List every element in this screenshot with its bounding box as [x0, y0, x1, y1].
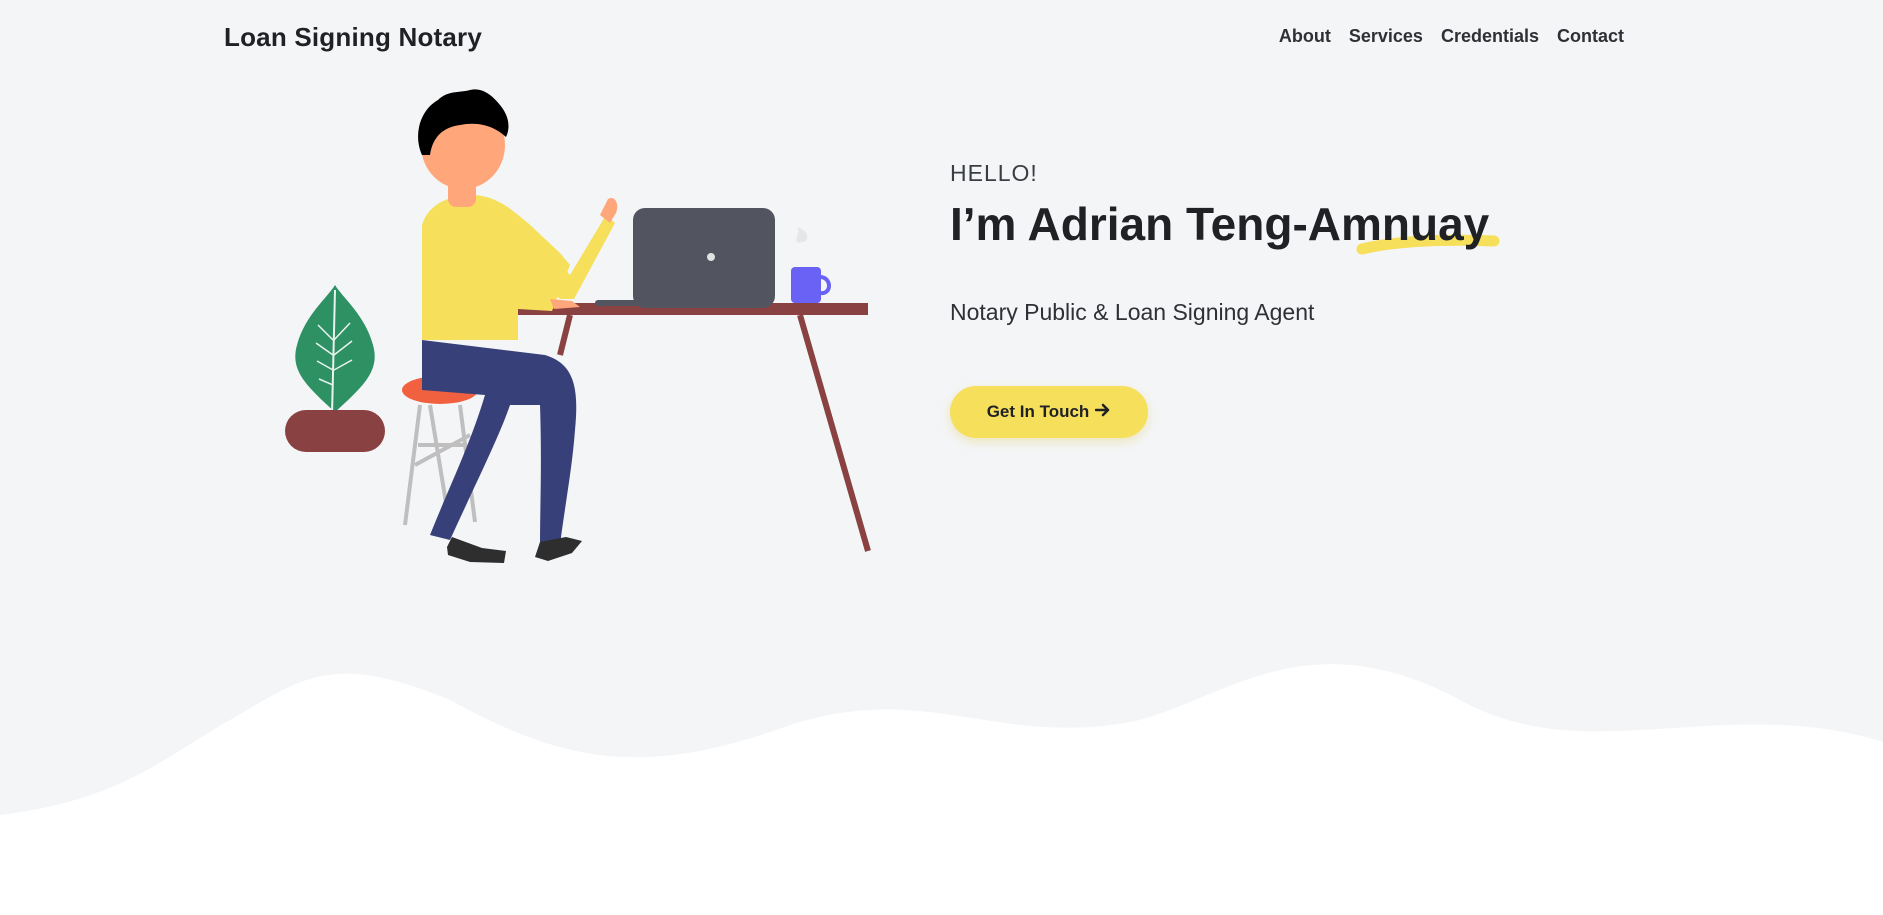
main-nav: About Services Credentials Contact	[1279, 26, 1624, 47]
hero-greeting: HELLO!	[950, 160, 1038, 186]
person-illustration	[418, 89, 618, 563]
hero-headline-wrapper: I’m Adrian Teng-Amnuay	[950, 201, 1650, 261]
coffee-cup-illustration	[791, 227, 831, 303]
nav-link-contact[interactable]: Contact	[1557, 26, 1624, 47]
nav-link-services[interactable]: Services	[1349, 26, 1423, 47]
potted-plant-illustration	[285, 285, 385, 452]
arrow-right-icon	[1095, 402, 1111, 422]
brand-logo-link[interactable]: Loan Signing Notary	[224, 22, 482, 53]
top-navbar: Loan Signing Notary About Services Crede…	[0, 0, 1883, 78]
nav-link-credentials[interactable]: Credentials	[1441, 26, 1539, 47]
hero-illustration	[285, 89, 871, 563]
laptop-illustration	[595, 208, 775, 308]
hero-subtitle: Notary Public & Loan Signing Agent	[950, 299, 1315, 325]
hero-headline: I’m Adrian Teng-Amnuay	[950, 198, 1490, 250]
hero-intro: HELLO! I’m Adrian Teng-Amnuay Notary Pub…	[950, 160, 1650, 438]
get-in-touch-label: Get In Touch	[986, 402, 1090, 421]
get-in-touch-button[interactable]: Get In Touch	[950, 386, 1148, 438]
nav-link-about[interactable]: About	[1279, 26, 1331, 47]
